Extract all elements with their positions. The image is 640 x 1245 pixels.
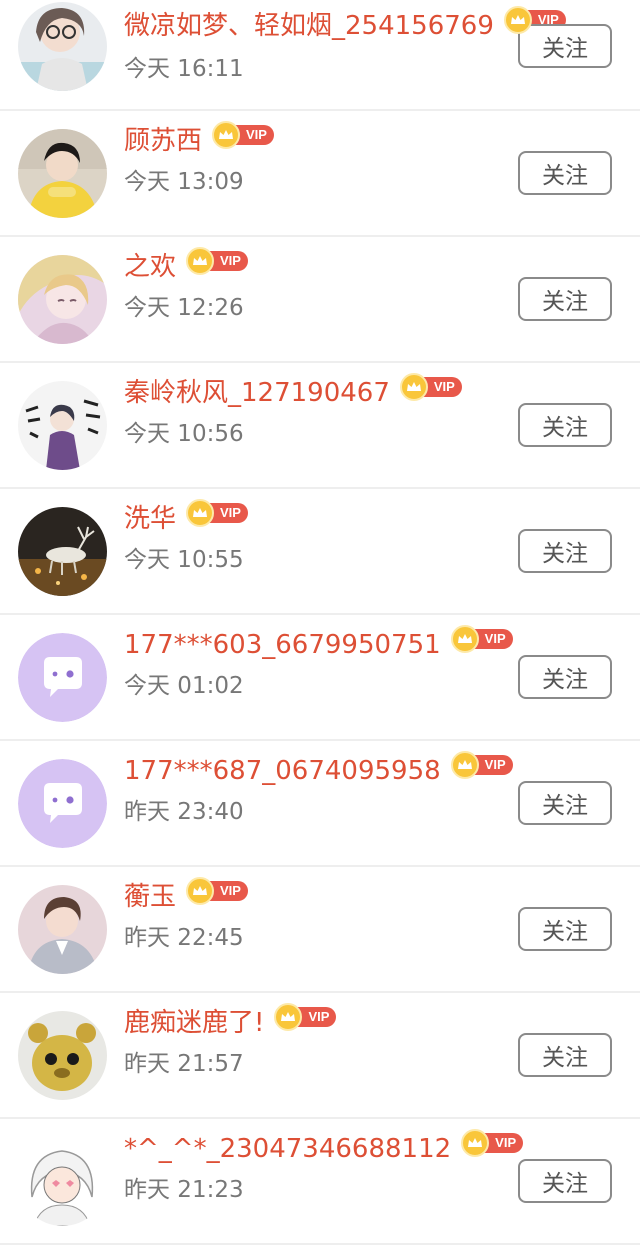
user-name[interactable]: 177***687_0674095958 — [124, 754, 441, 788]
crown-icon — [503, 6, 532, 34]
crown-icon — [186, 499, 215, 527]
follow-button[interactable]: 关注 — [518, 24, 612, 68]
follow-button[interactable]: 关注 — [518, 277, 612, 321]
follow-button[interactable]: 关注 — [518, 655, 612, 699]
list-item[interactable]: 之欢 VIP 今天 12:26 关注 — [0, 237, 640, 363]
list-item[interactable]: 177***687_0674095958 VIP 昨天 23:40 关注 — [0, 741, 640, 867]
list-item[interactable]: 蘅玉 VIP 昨天 22:45 关注 — [0, 867, 640, 993]
vip-badge: VIP — [450, 751, 513, 779]
follow-time: 今天 10:55 — [124, 547, 244, 573]
vip-badge: VIP — [212, 121, 274, 149]
follow-time: 今天 16:11 — [124, 56, 244, 82]
avatar[interactable] — [18, 1137, 107, 1226]
follow-button[interactable]: 关注 — [518, 1033, 612, 1077]
vip-badge: VIP — [399, 373, 462, 401]
avatar[interactable] — [18, 2, 107, 91]
user-name[interactable]: 177***603_6679950751 — [124, 628, 441, 662]
follow-button[interactable]: 关注 — [518, 1159, 612, 1203]
user-name[interactable]: 洗华 — [124, 502, 176, 536]
crown-icon — [186, 877, 215, 905]
vip-badge: VIP — [461, 1129, 524, 1157]
list-item[interactable]: 顾苏西 VIP 今天 13:09 关注 — [0, 111, 640, 237]
vip-badge: VIP — [186, 499, 248, 527]
crown-icon — [186, 247, 215, 275]
crown-icon — [461, 1129, 490, 1157]
user-name[interactable]: 顾苏西 — [124, 124, 202, 158]
default-chat-icon — [18, 633, 107, 722]
follow-button[interactable]: 关注 — [518, 781, 612, 825]
vip-badge: VIP — [186, 247, 248, 275]
avatar[interactable] — [18, 381, 107, 470]
follow-time: 今天 13:09 — [124, 169, 244, 195]
user-name[interactable]: 微凉如梦、轻如烟_254156769 — [124, 9, 494, 43]
list-item[interactable]: 鹿痴迷鹿了! VIP 昨天 21:57 关注 — [0, 993, 640, 1119]
avatar[interactable] — [18, 1011, 107, 1100]
user-name[interactable]: 鹿痴迷鹿了! — [124, 1006, 264, 1040]
follower-list: 微凉如梦、轻如烟_254156769 VIP 今天 16:11 关注 顾苏西 V… — [0, 0, 640, 1245]
user-name[interactable]: 秦岭秋风_127190467 — [124, 376, 390, 410]
avatar[interactable] — [18, 507, 107, 596]
vip-badge: VIP — [186, 877, 248, 905]
crown-icon — [450, 751, 479, 779]
user-name[interactable]: 之欢 — [124, 250, 176, 284]
list-item[interactable]: 秦岭秋风_127190467 VIP 今天 10:56 关注 — [0, 363, 640, 489]
list-item[interactable]: 微凉如梦、轻如烟_254156769 VIP 今天 16:11 关注 — [0, 0, 640, 111]
follow-button[interactable]: 关注 — [518, 151, 612, 195]
follow-button[interactable]: 关注 — [518, 403, 612, 447]
follow-time: 今天 10:56 — [124, 421, 244, 447]
crown-icon — [450, 625, 479, 653]
crown-icon — [399, 373, 428, 401]
list-item[interactable]: 洗华 VIP 今天 10:55 关注 — [0, 489, 640, 615]
avatar[interactable] — [18, 129, 107, 218]
follow-time: 昨天 21:23 — [124, 1177, 244, 1203]
avatar[interactable] — [18, 633, 107, 722]
follow-time: 昨天 22:45 — [124, 925, 244, 951]
follow-time: 昨天 21:57 — [124, 1051, 244, 1077]
avatar[interactable] — [18, 885, 107, 974]
follow-time: 今天 12:26 — [124, 295, 244, 321]
avatar[interactable] — [18, 759, 107, 848]
list-item[interactable]: 177***603_6679950751 VIP 今天 01:02 关注 — [0, 615, 640, 741]
avatar[interactable] — [18, 255, 107, 344]
crown-icon — [212, 121, 241, 149]
vip-badge: VIP — [274, 1003, 337, 1031]
follow-time: 昨天 23:40 — [124, 799, 244, 825]
follow-button[interactable]: 关注 — [518, 529, 612, 573]
follow-button[interactable]: 关注 — [518, 907, 612, 951]
list-item[interactable]: *^_^*_23047346688112 VIP 昨天 21:23 关注 — [0, 1119, 640, 1245]
default-chat-icon — [18, 759, 107, 848]
user-name[interactable]: *^_^*_23047346688112 — [124, 1132, 451, 1166]
user-name[interactable]: 蘅玉 — [124, 880, 176, 914]
follow-time: 今天 01:02 — [124, 673, 244, 699]
vip-badge: VIP — [450, 625, 513, 653]
